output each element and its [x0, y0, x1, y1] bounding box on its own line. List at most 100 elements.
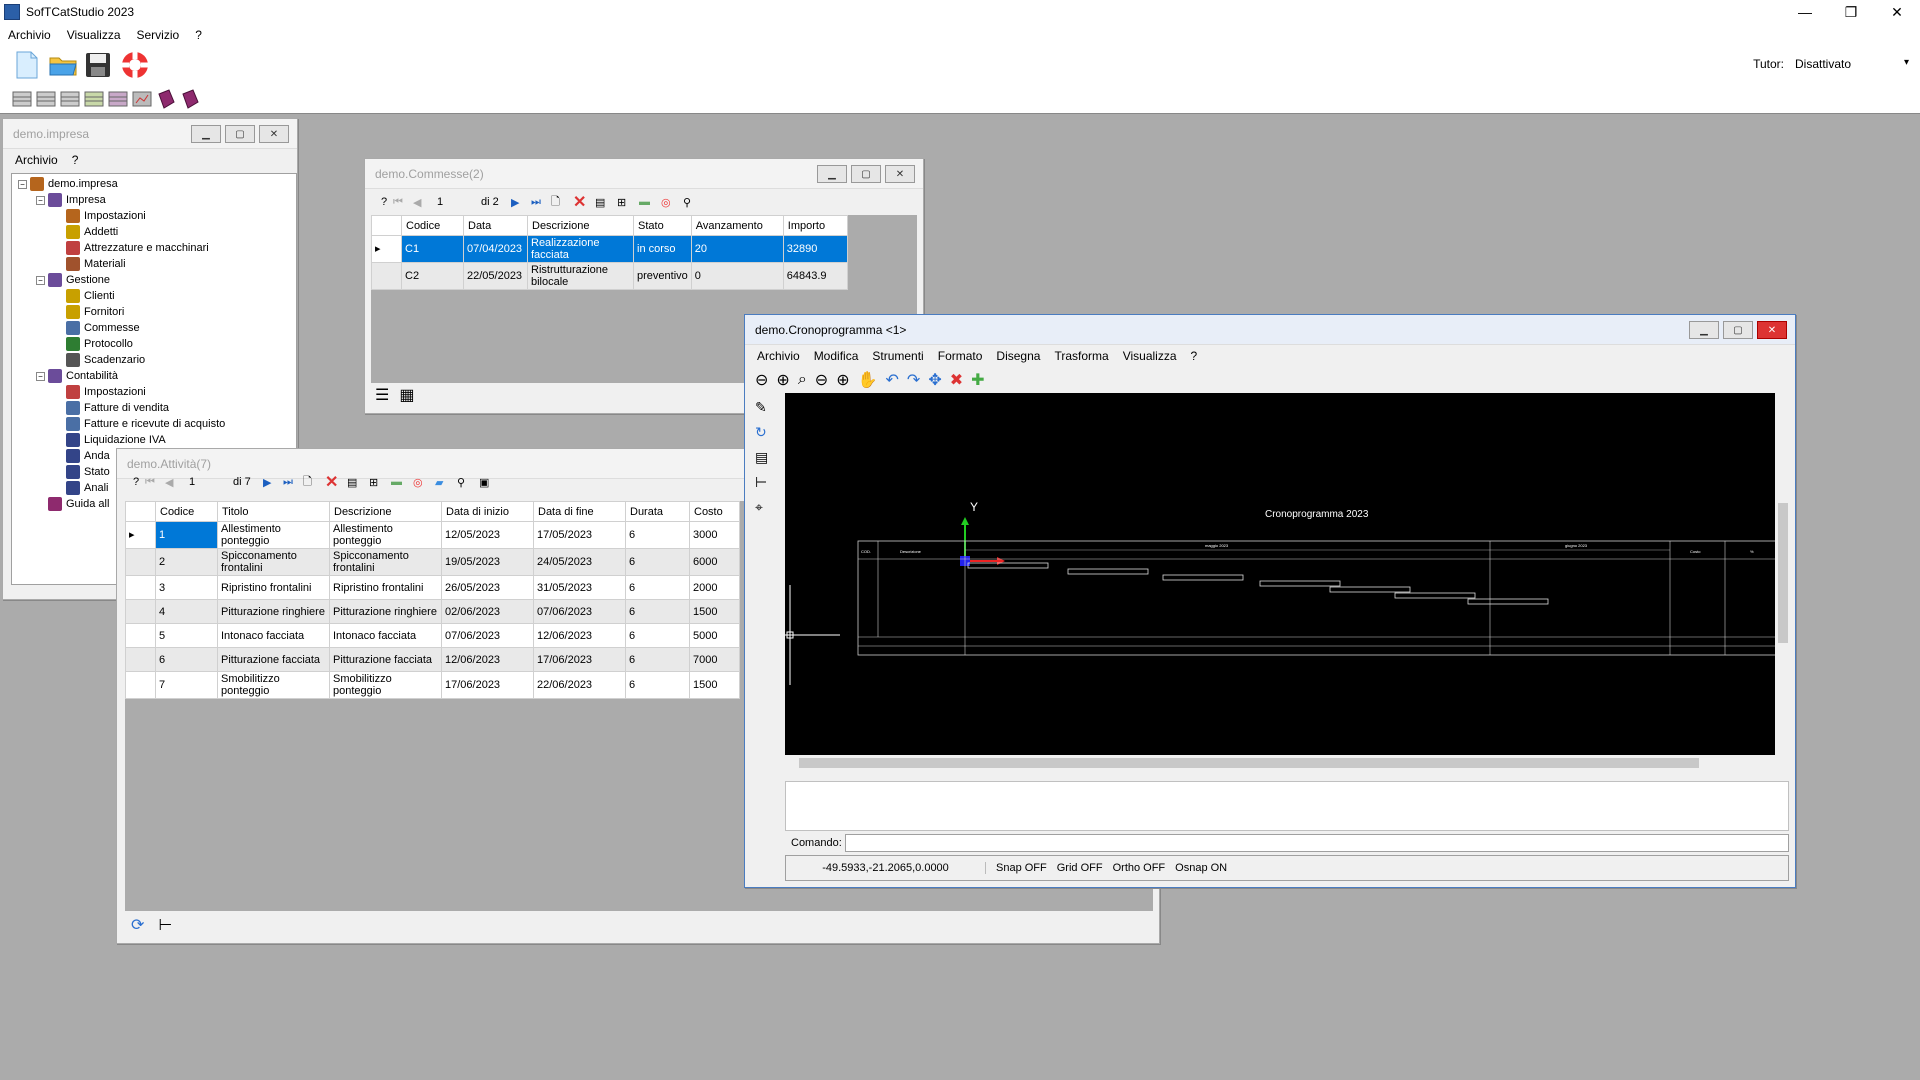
vertical-scroll-thumb[interactable] — [1778, 503, 1788, 643]
table-cell[interactable]: 1500 — [689, 599, 740, 624]
table-cell[interactable]: 7000 — [689, 647, 740, 672]
table-cell[interactable]: 6000 — [689, 548, 740, 576]
minimize-button[interactable]: ▁ — [191, 125, 221, 143]
tree-node[interactable]: − Contabilità — [36, 368, 118, 384]
table-cell[interactable]: 17/06/2023 — [441, 671, 534, 699]
table-cell[interactable]: 07/06/2023 — [441, 623, 534, 648]
table-cell[interactable]: 5 — [155, 623, 218, 648]
copy-icon[interactable]: ✚ — [971, 370, 984, 390]
delete-icon[interactable]: ✖ — [950, 370, 963, 390]
osnap-toggle[interactable]: Osnap ON — [1175, 862, 1227, 874]
lifebuoy-icon[interactable]: ◎ — [661, 196, 683, 209]
minimize-button[interactable]: ▁ — [1689, 321, 1719, 339]
lifebuoy-icon[interactable] — [120, 50, 150, 80]
menu-help[interactable]: ? — [187, 28, 210, 42]
minimize-button[interactable]: — — [1782, 0, 1828, 24]
row-header[interactable] — [125, 623, 156, 648]
table-icon[interactable] — [36, 90, 56, 108]
tree-expander[interactable]: − — [36, 275, 45, 285]
vertical-scrollbar[interactable] — [1775, 393, 1791, 755]
close-button[interactable]: ✕ — [885, 165, 915, 183]
record-position[interactable]: 1 — [185, 476, 233, 488]
table-icon[interactable] — [84, 90, 104, 108]
record-position[interactable]: 1 — [433, 196, 481, 208]
grid-toggle[interactable]: Grid OFF — [1057, 862, 1103, 874]
crono-menu-item[interactable]: Modifica — [814, 349, 859, 363]
save-icon[interactable]: ▣ — [479, 476, 501, 489]
table-cell[interactable]: Smobilitizzo ponteggio — [217, 671, 330, 699]
table-icon[interactable] — [60, 90, 80, 108]
table-row[interactable]: C2 22/05/2023 Ristrutturazione bilocale pre… — [371, 262, 848, 290]
table-cell[interactable]: 20 — [690, 235, 784, 263]
table-cell[interactable]: Intonaco facciata — [329, 623, 442, 648]
table-cell[interactable]: 12/06/2023 — [533, 623, 626, 648]
tutor-select[interactable]: Disattivato — [1790, 54, 1912, 74]
table-cell[interactable]: 5000 — [689, 623, 740, 648]
column-header[interactable]: Costo — [689, 501, 740, 522]
table-cell[interactable]: preventivo — [633, 262, 692, 290]
table-cell[interactable]: 7 — [155, 671, 218, 699]
close-button[interactable]: ✕ — [259, 125, 289, 143]
tree-node[interactable]: Addetti — [54, 224, 118, 240]
row-header[interactable] — [125, 548, 156, 576]
row-header[interactable] — [125, 647, 156, 672]
impresa-menu-help[interactable]: ? — [72, 153, 79, 167]
table-cell[interactable]: Realizzazione facciata — [527, 235, 634, 263]
binoculars-icon[interactable]: ⚲ — [457, 476, 479, 489]
tree-node[interactable]: Impostazioni — [54, 208, 146, 224]
help-button[interactable]: ? — [127, 476, 145, 488]
tree-expander[interactable]: − — [36, 195, 45, 205]
tree-node[interactable]: Fornitori — [54, 304, 124, 320]
snap-toggle[interactable]: Snap OFF — [996, 862, 1047, 874]
table-cell[interactable]: 1 — [155, 521, 218, 549]
row-header[interactable] — [125, 575, 156, 600]
table-cell[interactable]: 12/05/2023 — [441, 521, 534, 549]
tree-node[interactable]: − Impresa — [36, 192, 106, 208]
tree-node[interactable]: Anda — [54, 448, 110, 464]
refresh-icon[interactable]: ⟳ — [131, 915, 144, 935]
table-cell[interactable]: Allestimento ponteggio — [329, 521, 442, 549]
tree-node[interactable]: Scadenzario — [54, 352, 145, 368]
tree-node[interactable]: Protocollo — [54, 336, 133, 352]
column-header[interactable]: Durata — [625, 501, 690, 522]
column-header[interactable]: Importo — [782, 215, 848, 236]
binoculars-icon[interactable]: ⚲ — [683, 196, 705, 209]
menu-archivio[interactable]: Archivio — [0, 28, 59, 42]
tree-node[interactable]: − demo.impresa — [18, 176, 118, 192]
tree-node[interactable]: Fatture e ricevute di acquisto — [54, 416, 225, 432]
row-header[interactable]: ▸ — [371, 235, 402, 263]
row-header[interactable] — [125, 671, 156, 699]
new-record-icon[interactable]: 🗋 — [303, 473, 325, 492]
table-row[interactable]: 4 Pitturazione ringhiere Pitturazione ring… — [125, 599, 740, 624]
maximize-button[interactable]: ▢ — [225, 125, 255, 143]
table-cell[interactable]: Spicconamento frontalini — [329, 548, 442, 576]
row-header[interactable] — [371, 262, 402, 290]
crono-menu-item[interactable]: Strumenti — [872, 349, 923, 363]
crono-menu-item[interactable]: Visualizza — [1123, 349, 1177, 363]
tree-node[interactable]: Fatture di vendita — [54, 400, 169, 416]
table-row[interactable]: 5 Intonaco facciata Intonaco facciata 07/06… — [125, 623, 740, 648]
menu-servizio[interactable]: Servizio — [129, 28, 188, 42]
move-icon[interactable]: ✥ — [928, 370, 941, 390]
table-row[interactable]: 3 Ripristino frontalini Ripristino frontal… — [125, 575, 740, 600]
table-cell[interactable]: 4 — [155, 599, 218, 624]
table-cell[interactable]: 6 — [625, 521, 690, 549]
zoom-window-icon[interactable]: ⌕ — [798, 371, 807, 389]
table-cell[interactable]: in corso — [633, 235, 692, 263]
redo-icon[interactable]: ↷ — [907, 370, 920, 390]
tree-node[interactable]: Materiali — [54, 256, 126, 272]
maximize-button[interactable]: ▢ — [1723, 321, 1753, 339]
table-cell[interactable]: Pitturazione ringhiere — [217, 599, 330, 624]
column-header[interactable]: Avanzamento — [690, 215, 784, 236]
list-icon[interactable]: ☰ — [375, 385, 389, 405]
delete-record-icon[interactable]: ✕ — [325, 472, 347, 492]
table-cell[interactable]: 6 — [625, 575, 690, 600]
org-icon[interactable]: ⊞ — [617, 196, 639, 209]
restore-button[interactable]: ❐ — [1828, 0, 1874, 24]
zoom-minus-icon[interactable]: ⊖ — [815, 370, 828, 390]
edit-record-icon[interactable]: ▤ — [595, 196, 617, 209]
prev-record-icon[interactable]: ◀ — [165, 476, 185, 489]
zoom-plus-icon[interactable]: ⊕ — [836, 370, 849, 390]
table-cell[interactable]: 22/06/2023 — [533, 671, 626, 699]
tree-expander[interactable]: − — [18, 179, 27, 189]
